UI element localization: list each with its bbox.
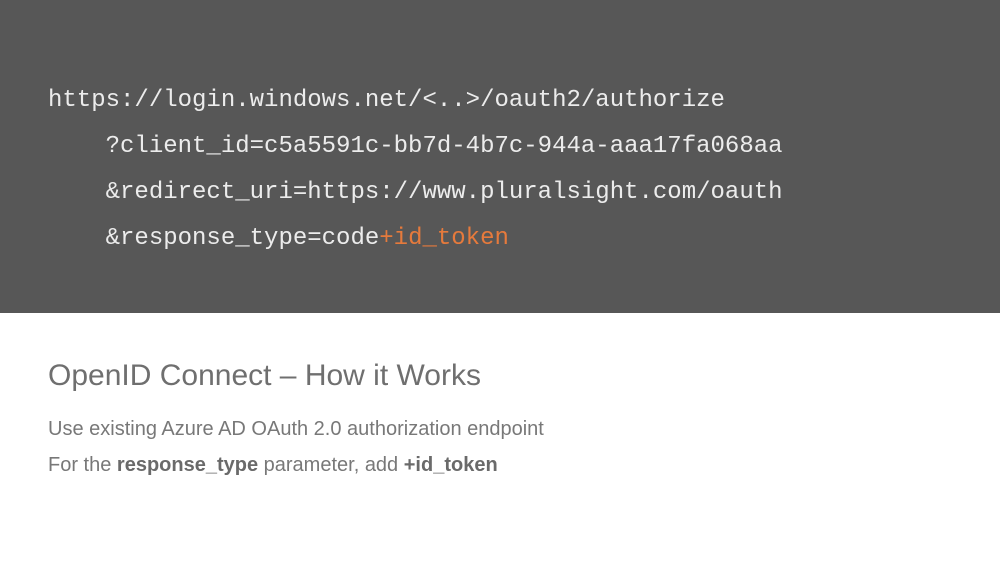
code-line-1: https://login.windows.net/<..>/oauth2/au… xyxy=(48,87,725,114)
sub2-text-a: For the xyxy=(48,454,117,476)
code-line-3: &redirect_uri=https://www.pluralsight.co… xyxy=(48,179,783,206)
slide-subtitle-2: For the response_type parameter, add +id… xyxy=(48,447,1000,483)
slide-title: OpenID Connect – How it Works xyxy=(48,359,1000,393)
code-line-2: ?client_id=c5a5591c-bb7d-4b7c-944a-aaa17… xyxy=(48,133,783,160)
slide-subtitle-1: Use existing Azure AD OAuth 2.0 authoriz… xyxy=(48,411,1000,447)
code-line-4-highlight: +id_token xyxy=(379,225,509,252)
sub2-bold-response-type: response_type xyxy=(117,454,258,476)
code-panel: https://login.windows.net/<..>/oauth2/au… xyxy=(0,0,1000,313)
code-block: https://login.windows.net/<..>/oauth2/au… xyxy=(48,78,1000,262)
sub2-bold-id-token: +id_token xyxy=(404,454,498,476)
description-panel: OpenID Connect – How it Works Use existi… xyxy=(0,313,1000,483)
sub2-text-b: parameter, add xyxy=(258,454,404,476)
code-line-4-prefix: &response_type=code xyxy=(48,225,379,252)
